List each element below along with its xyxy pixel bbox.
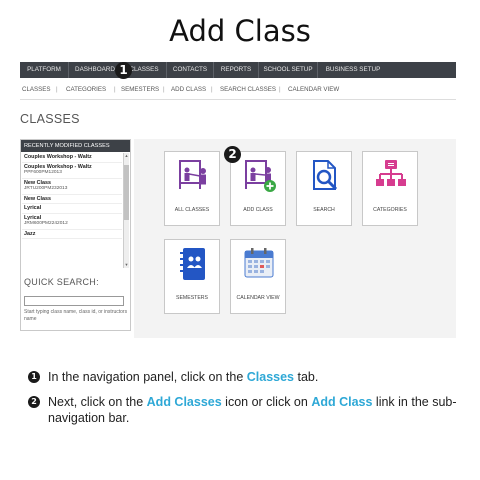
subnav-add-class[interactable]: ADD CLASS (171, 83, 206, 97)
tile-label: SEMESTERS (176, 295, 208, 301)
recent-classes-panel: RECENTLY MODIFIED CLASSES Couples Worksh… (20, 139, 131, 331)
all-classes-icon (179, 160, 206, 189)
tile-label: SEARCH (313, 207, 335, 213)
list-item[interactable]: Couples Workshop - Waltz PPF600PM12013 (22, 163, 122, 179)
tile-label: CALENDAR VIEW (236, 295, 280, 301)
search-tile[interactable]: SEARCH (296, 151, 352, 226)
nav-tab-school-setup[interactable]: SCHOOL SETUP (259, 62, 318, 78)
scroll-thumb[interactable] (124, 165, 129, 220)
list-item[interactable]: New Class (22, 195, 122, 204)
quick-search-input[interactable] (24, 296, 124, 306)
step-1-badge: 1 (115, 62, 132, 79)
scroll-up-icon[interactable]: ▲ (124, 153, 129, 159)
step-text: In the navigation panel, click on the Cl… (48, 370, 319, 384)
list-item[interactable]: Lyrical JRM600PM2242012 (22, 214, 122, 230)
list-item[interactable]: Lyrical (22, 204, 122, 214)
scroll-down-icon[interactable]: ▼ (124, 262, 129, 268)
section-heading: CLASSES (20, 112, 80, 126)
subnav-search-classes[interactable]: SEARCH CLASSES (220, 83, 276, 97)
tile-label: CATEGORIES (373, 207, 407, 213)
nav-tab-business-setup[interactable]: BUSINESS SETUP (318, 62, 388, 78)
subnav-separator: | (114, 86, 116, 93)
semesters-icon (180, 248, 205, 280)
all-classes-tile[interactable]: ALL CLASSES (164, 151, 220, 226)
step-text: Next, click on the Add Classes icon or c… (48, 395, 457, 425)
sub-nav: CLASSES | CATEGORIES | SEMESTERS | ADD C… (20, 83, 456, 97)
nav-tab-reports[interactable]: REPORTS (214, 62, 259, 78)
page-title: Add Class (169, 14, 311, 48)
scrollbar[interactable]: ▲ ▼ (123, 153, 129, 268)
step-2-badge: 2 (224, 146, 241, 163)
quick-search-hint: Start typing class name, class id, or in… (24, 309, 128, 322)
add-class-icon (245, 160, 276, 192)
list-item[interactable]: Jazz (22, 230, 122, 239)
subnav-separator: | (211, 86, 213, 93)
recent-classes-list: Couples Workshop - Waltz Couples Worksho… (22, 153, 122, 268)
subnav-classes[interactable]: CLASSES (22, 83, 51, 97)
calendar-view-icon (244, 248, 274, 278)
subnav-separator: | (56, 86, 58, 93)
categories-icon (376, 160, 406, 186)
subnav-categories[interactable]: CATEGORIES (66, 83, 106, 97)
classes-dashboard: ALL CLASSES ADD CLASS SEARCH CATEGORIES … (134, 139, 456, 338)
add-class-tile[interactable]: ADD CLASS (230, 151, 286, 226)
tile-label: ALL CLASSES (174, 207, 210, 213)
nav-tab-contacts[interactable]: CONTACTS (167, 62, 214, 78)
search-icon (313, 160, 338, 191)
step-number: 2 (28, 396, 40, 408)
tile-label: ADD CLASS (243, 207, 273, 213)
quick-search-label: QUICK SEARCH: (24, 277, 99, 287)
main-nav: PLATFORM DASHBOARD CLASSES CONTACTS REPO… (20, 62, 456, 78)
list-item[interactable]: Couples Workshop - Waltz (22, 153, 122, 163)
divider (20, 99, 456, 100)
semesters-tile[interactable]: SEMESTERS (164, 239, 220, 314)
subnav-separator: | (279, 86, 281, 93)
subnav-separator: | (163, 86, 165, 93)
subnav-calendar-view[interactable]: CALENDAR VIEW (288, 83, 339, 97)
subnav-semesters[interactable]: SEMESTERS (121, 83, 159, 97)
recent-classes-header: RECENTLY MODIFIED CLASSES (21, 140, 130, 152)
step-number: 1 (28, 371, 40, 383)
calendar-view-tile[interactable]: CALENDAR VIEW (230, 239, 286, 314)
list-item[interactable]: New Class JRTU200PM232013 (22, 179, 122, 195)
nav-tab-platform[interactable]: PLATFORM (20, 62, 69, 78)
categories-tile[interactable]: CATEGORIES (362, 151, 418, 226)
